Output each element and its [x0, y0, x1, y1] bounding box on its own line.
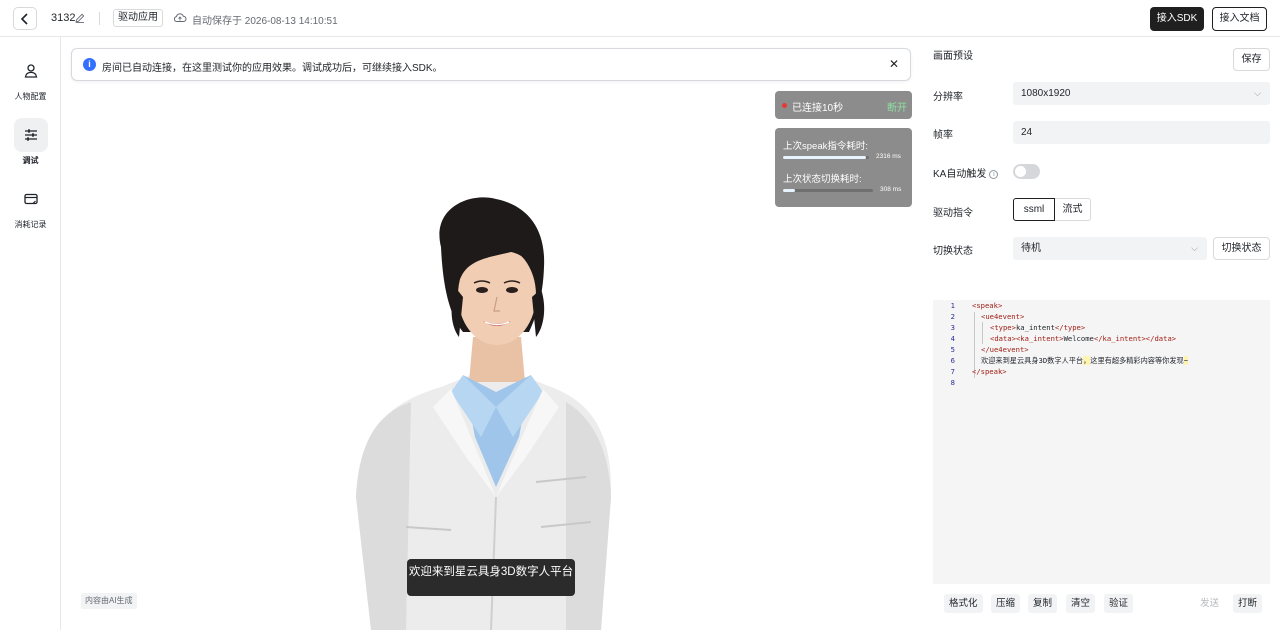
status-dot — [782, 103, 787, 108]
state-value: 待机 — [1021, 243, 1041, 254]
sidebar-item-character[interactable]: 人物配置 — [0, 54, 61, 102]
compress-button[interactable]: 压缩 — [991, 594, 1021, 613]
indent-guide — [982, 322, 983, 344]
info-banner: i 房间已自动连接，在这里测试你的应用效果。调试成功后，可继续接入SDK。 ✕ — [71, 48, 911, 81]
switch-state-button[interactable]: 切换状态 — [1213, 237, 1270, 260]
ka-auto-toggle[interactable] — [1013, 164, 1040, 179]
clear-button[interactable]: 清空 — [1066, 594, 1096, 613]
speak-latency-value: 2316 ms — [876, 153, 901, 160]
sidebar-item-label: 调试 — [22, 156, 39, 165]
state-label: 切换状态 — [933, 246, 973, 257]
drive-label: 驱动指令 — [933, 208, 973, 219]
ssml-code-editor[interactable]: 1 <speak> 2 <ue4event> 3 <type>ka_intent</t… — [933, 300, 1270, 584]
save-button[interactable]: 保存 — [1233, 48, 1270, 71]
app-type-tag: 驱动应用 — [113, 9, 163, 27]
sidebar-item-debug[interactable]: 调试 — [0, 118, 61, 166]
integrate-sdk-button[interactable]: 接入SDK — [1150, 7, 1204, 31]
sidebar: 人物配置 调试 消耗记录 — [0, 37, 61, 630]
format-button[interactable]: 格式化 — [944, 594, 983, 613]
project-name: 3132 — [51, 12, 76, 24]
integration-docs-button[interactable]: 接入文档 — [1212, 7, 1267, 31]
sidebar-item-usage[interactable]: 消耗记录 — [0, 182, 61, 230]
banner-text: 房间已自动连接，在这里测试你的应用效果。调试成功后，可继续接入SDK。 — [102, 63, 443, 74]
panel-title: 画面预设 — [933, 51, 973, 62]
state-select[interactable]: 待机 ⌵ — [1013, 237, 1207, 260]
info-icon: i — [83, 58, 96, 71]
send-button[interactable]: 发送 — [1195, 594, 1224, 613]
fps-value: 24 — [1021, 127, 1033, 138]
copy-button[interactable]: 复制 — [1028, 594, 1058, 613]
person-icon — [24, 64, 37, 78]
toggle-knob — [1015, 166, 1026, 177]
side-icon-wrap — [13, 118, 48, 152]
fps-input[interactable]: 24 — [1013, 121, 1270, 144]
resolution-label: 分辨率 — [933, 92, 963, 103]
disconnect-link[interactable]: 断开 — [887, 99, 907, 114]
info-icon[interactable]: i — [989, 169, 999, 179]
verify-button[interactable]: 验证 — [1104, 594, 1134, 613]
chevron-down-icon: ⌵ — [1191, 243, 1198, 253]
back-button[interactable] — [13, 7, 37, 30]
sidebar-item-label: 消耗记录 — [14, 220, 47, 229]
switch-latency-value: 308 ms — [880, 186, 902, 193]
preview-stage: i 房间已自动连接，在这里测试你的应用效果。调试成功后，可继续接入SDK。 ✕ … — [61, 37, 919, 630]
chevron-left-icon — [20, 12, 28, 25]
divider — [99, 12, 100, 25]
drive-option-stream[interactable]: 流式 — [1055, 198, 1091, 221]
speak-latency-bar — [783, 156, 869, 159]
sliders-icon — [24, 129, 37, 141]
card-icon — [23, 193, 38, 205]
speak-latency-label: 上次speak指令耗时: — [783, 141, 868, 152]
cloud-icon — [173, 13, 187, 22]
resolution-select[interactable]: 1080x1920 ⌵ — [1013, 82, 1270, 105]
close-icon[interactable]: ✕ — [889, 58, 899, 70]
settings-panel: 画面预设 保存 分辨率 1080x1920 ⌵ 帧率 24 KA自动触发 i 驱动… — [919, 37, 1280, 630]
interrupt-button[interactable]: 打断 — [1233, 594, 1263, 613]
edit-icon[interactable] — [75, 13, 85, 23]
connection-status: 已连接10秒 — [792, 103, 844, 114]
sidebar-item-label: 人物配置 — [14, 92, 47, 101]
switch-latency-label: 上次状态切换耗时: — [783, 174, 862, 185]
switch-latency-bar — [783, 189, 873, 192]
speak-latency-fill — [783, 156, 867, 159]
latency-panel: 上次speak指令耗时: 2316 ms 上次状态切换耗时: 308 ms — [775, 128, 912, 207]
side-icon-wrap — [14, 182, 48, 216]
ai-generated-note: 内容由AI生成 — [81, 593, 137, 609]
connection-panel: 已连接10秒 断开 — [775, 91, 912, 119]
ka-label: KA自动触发 i — [933, 165, 999, 180]
top-bar: 3132 驱动应用 自动保存于 2026-08-13 14:10:51 接入SD… — [0, 0, 1280, 37]
chevron-down-icon: ⌵ — [1254, 88, 1261, 98]
drive-option-ssml[interactable]: ssml — [1013, 198, 1055, 221]
subtitle-caption: 欢迎来到星云具身3D数字人平台 — [407, 559, 575, 596]
fps-label: 帧率 — [933, 130, 953, 141]
ka-label-text: KA自动触发 — [933, 169, 987, 180]
autosave-status: 自动保存于 2026-08-13 14:10:51 — [192, 16, 338, 27]
resolution-value: 1080x1920 — [1021, 88, 1071, 99]
switch-latency-fill — [783, 189, 795, 192]
side-icon-wrap — [14, 54, 48, 88]
